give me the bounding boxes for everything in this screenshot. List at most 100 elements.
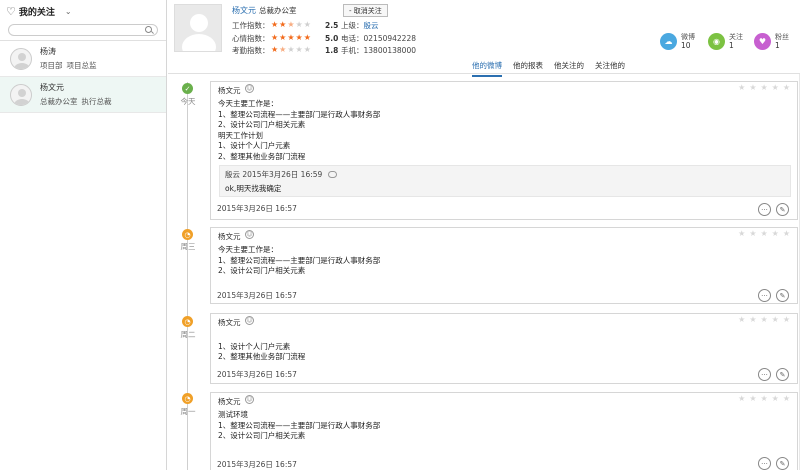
post-author[interactable]: 杨文元 (218, 396, 241, 407)
smiley-icon: ☺ (245, 316, 254, 325)
edit-icon[interactable]: ✎ (776, 457, 789, 470)
post-rating-stars[interactable]: ★ ★ ★ ★ ★ (735, 84, 791, 92)
comment-text: ok,明天找我确定 (225, 184, 282, 193)
post-line: 1、整理公司流程——主要部门是行政人事财务部 (218, 109, 381, 119)
rating-stars: ★ ★ ★ ★ ★ (271, 21, 325, 29)
edit-icon[interactable]: ✎ (776, 289, 789, 302)
post-actions: ··· ✎ (753, 203, 789, 216)
post-actions: ··· ✎ (753, 457, 789, 470)
post-author[interactable]: 杨文元 (218, 317, 241, 328)
post-card: 杨文元 ☺ ★ ★ ★ ★ ★ 1、设计个人门户元素 2、整理其他业务部门流程 2015… (210, 313, 798, 384)
post-card: 杨文元 ☺ ★ ★ ★ ★ ★ 今天主要工作是： 1、整理公司流程——主要部门是行政人事… (210, 227, 798, 304)
contact-department: 总裁办公室 (40, 97, 78, 106)
post-card: 杨文元 ☺ ★ ★ ★ ★ ★ 今天主要工作是： 1、整理公司流程——主要部门是行政人事… (210, 81, 798, 220)
profile-tabs: 他的微博 他的报表 他关注的 关注他的 (472, 60, 636, 77)
post-line: 今天主要工作是： (218, 99, 278, 108)
timeline-day: 周三 (180, 242, 196, 251)
comment-header: 殷云 2015年3月26日 16:59 (225, 169, 338, 180)
contact-item-selected[interactable]: 杨文元 总裁办公室 执行总裁 (0, 77, 166, 113)
tab-his-reports[interactable]: 他的报表 (513, 60, 543, 77)
post-line (218, 331, 305, 342)
tab-his-following[interactable]: 他关注的 (554, 60, 584, 77)
info-label: 上级： (341, 20, 364, 30)
edit-icon[interactable]: ✎ (776, 203, 789, 216)
post-body: 今天主要工作是： 1、整理公司流程——主要部门是行政人事财务部 2、设计公司门户… (218, 99, 380, 162)
rating-stars: ★ ★ ★ ★ ★ (271, 46, 325, 54)
reply-bubble-icon[interactable] (328, 171, 338, 178)
profile-avatar (174, 4, 222, 52)
chevron-down-icon[interactable]: ⌄ (65, 7, 72, 16)
post-rating-stars[interactable]: ★ ★ ★ ★ ★ (735, 316, 791, 324)
post-rating-stars[interactable]: ★ ★ ★ ★ ★ (735, 395, 791, 403)
timeline-day: 周一 (180, 407, 196, 416)
more-icon[interactable]: ··· (758, 368, 771, 381)
post-author[interactable]: 杨文元 (218, 85, 241, 96)
contact-dept: 项目部 项目总监 (40, 60, 101, 71)
stat-value: 1 (729, 41, 734, 50)
contact-role: 执行总裁 (81, 97, 112, 106)
post-line: 2、设计公司门户相关元素 (218, 431, 306, 440)
sidebar: ♡ 我的关注 ⌄ 杨涛 项目部 项目总监 杨文元 总裁办公室 执行总裁 (0, 0, 167, 470)
search-icon[interactable] (145, 26, 152, 33)
rating-score: 2.5 (325, 20, 339, 30)
mobile-info: 手机：13800138000 (341, 45, 416, 56)
check-icon: ✓ (182, 83, 193, 94)
more-icon[interactable]: ··· (758, 203, 771, 216)
post-author[interactable]: 杨文元 (218, 231, 241, 242)
star-icon: ★ (287, 33, 295, 42)
sidebar-header[interactable]: ♡ 我的关注 ⌄ (0, 0, 166, 22)
comment-time: 2015年3月26日 16:59 (242, 170, 323, 179)
contact-name: 杨文元 (40, 83, 64, 92)
post-rating-stars[interactable]: ★ ★ ★ ★ ★ (735, 230, 791, 238)
post-time: 2015年3月26日 16:57 (217, 370, 297, 379)
tab-his-followers[interactable]: 关注他的 (595, 60, 625, 77)
profile-panel: 杨文元 总裁办公室 - 取消关注 工作指数： ★ ★ ★ ★ ★ 2.5 上级：殷云 心… (168, 0, 800, 470)
stat-following[interactable]: ◉ 关注 1 (708, 33, 743, 50)
star-icon: ★ (271, 20, 279, 29)
post-line: 明天工作计划 (218, 130, 263, 140)
star-icon: ★ (279, 20, 287, 29)
stat-value: 10 (681, 41, 691, 50)
profile-name[interactable]: 杨文元 (232, 5, 256, 16)
smiley-icon: ☺ (245, 230, 254, 239)
heart-icon: ♡ (6, 4, 16, 18)
unfollow-button[interactable]: - 取消关注 (343, 4, 388, 17)
edit-icon[interactable]: ✎ (776, 368, 789, 381)
timeline-day: 今天 (180, 97, 196, 106)
more-icon[interactable]: ··· (758, 289, 771, 302)
header-divider (168, 73, 800, 74)
mobile-value: 13800138000 (363, 45, 417, 55)
smiley-icon: ☺ (245, 84, 254, 93)
star-icon: ★ (279, 33, 287, 42)
star-icon: ★ (287, 45, 295, 54)
smiley-icon: ☺ (245, 395, 254, 404)
post-line: 1、设计个人门户元素 (218, 141, 291, 150)
rating-row-mood: 心情指数： ★ ★ ★ ★ ★ 5.0 电话：02150942228 (232, 33, 416, 43)
supervisor-link[interactable]: 殷云 (364, 21, 379, 30)
post-line: 1、整理公司流程——主要部门是行政人事财务部 (218, 420, 381, 430)
post-line: 测试环境 (218, 410, 248, 419)
star-icon: ★ (295, 45, 303, 54)
post-line: 今天主要工作是： (218, 245, 278, 254)
star-icon: ★ (287, 20, 295, 29)
post-time: 2015年3月26日 16:57 (217, 204, 297, 213)
star-icon: ★ (279, 45, 287, 54)
post-body: 1、设计个人门户元素 2、整理其他业务部门流程 (218, 331, 305, 363)
star-icon: ★ (303, 20, 311, 29)
stat-fans[interactable]: ♥ 粉丝 1 (754, 33, 789, 50)
clock-icon: ◔ (182, 316, 193, 327)
stat-weibo[interactable]: ☁ 微博 10 (660, 33, 695, 50)
rating-label: 工作指数： (232, 20, 270, 30)
post-line: 1、整理公司流程——主要部门是行政人事财务部 (218, 255, 381, 265)
rating-score: 1.8 (325, 45, 339, 55)
comment-author[interactable]: 殷云 (225, 169, 240, 180)
search-input[interactable] (14, 25, 144, 36)
profile-dept: 总裁办公室 (259, 6, 297, 15)
tab-his-weibo[interactable]: 他的微博 (472, 60, 502, 77)
post-line: 1、设计个人门户元素 (218, 341, 291, 351)
contact-item[interactable]: 杨涛 项目部 项目总监 (0, 41, 166, 77)
eye-icon: ◉ (708, 33, 725, 50)
contact-dept: 总裁办公室 执行总裁 (40, 96, 116, 107)
post-line: 2、整理其他业务部门流程 (218, 352, 306, 361)
more-icon[interactable]: ··· (758, 457, 771, 470)
